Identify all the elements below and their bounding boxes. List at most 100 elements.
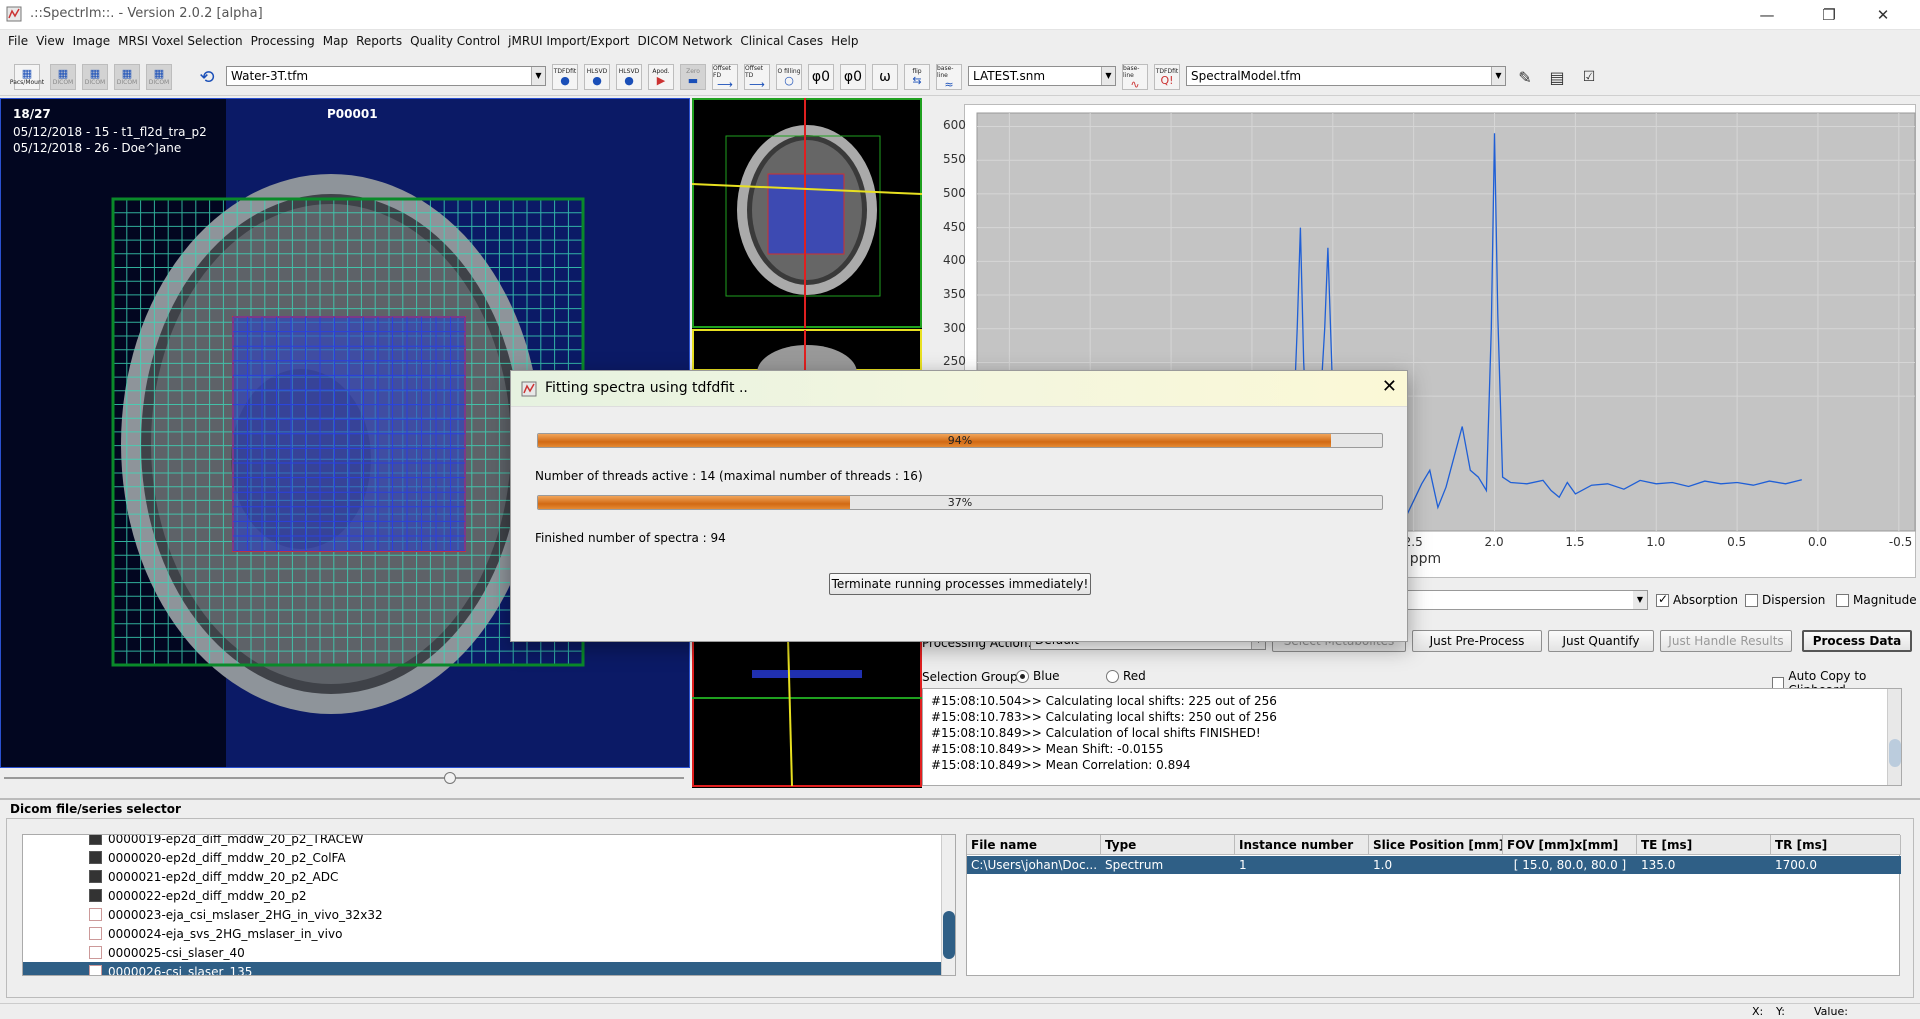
menu-bar: File View Image MRSI Voxel Selection Pro… (0, 30, 1920, 52)
tree-scrollbar[interactable] (941, 835, 955, 975)
tool-glyph: ● (592, 74, 602, 87)
restore-button[interactable]: ❐ (1806, 0, 1852, 30)
x-tick-label: -0.5 (1888, 535, 1913, 549)
pacs-mount-button[interactable]: ▦ Pacs/Mount (10, 64, 44, 90)
absorption-checkbox[interactable]: Absorption (1656, 592, 1738, 607)
series-name: 0000022-ep2d_diff_mddw_20_p2 (108, 888, 307, 903)
close-window-button[interactable]: ✕ (1860, 0, 1906, 30)
series-row[interactable]: 0000023-eja_csi_mslaser_2HG_in_vivo_32x3… (23, 905, 955, 924)
cell-type[interactable]: Spectrum (1101, 856, 1235, 874)
tool-label: base-line (1123, 64, 1140, 79)
process-data-button[interactable]: Process Data (1802, 630, 1912, 652)
file-table[interactable]: File name Type Instance number Slice Pos… (966, 834, 1901, 976)
dialog-close-button[interactable]: ✕ (1382, 376, 1397, 397)
cell-slice-position[interactable]: 1.0 (1369, 856, 1503, 874)
spectral-model-value: SpectralModel.tfm (1191, 69, 1302, 83)
spectral-model-select[interactable]: SpectralModel.tfm ▼ (1186, 66, 1506, 86)
menu-processing[interactable]: Processing (247, 34, 319, 48)
cell-fov[interactable]: [ 15.0, 80.0, 80.0 ] (1503, 856, 1637, 874)
just-preprocess-button[interactable]: Just Pre-Process (1412, 630, 1542, 652)
series-row[interactable]: 0000020-ep2d_diff_mddw_20_p2_ColFA (23, 848, 955, 867)
spectrum-series-icon (89, 908, 102, 921)
slice-slider[interactable] (0, 772, 690, 784)
series-tree[interactable]: 0000019-ep2d_diff_mddw_20_p2_TRACEW 0000… (22, 834, 956, 976)
col-instance-number[interactable]: Instance number (1235, 835, 1369, 855)
series-row[interactable]: 0000024-eja_svs_2HG_mslaser_in_vivo (23, 924, 955, 943)
blue-group-radio[interactable]: Blue (1016, 669, 1060, 683)
minimize-button[interactable]: — (1744, 0, 1790, 30)
dicom-button-4[interactable]: ▦ DICOM (146, 64, 172, 90)
tool-zero-filling-button[interactable]: O filling ○ (776, 64, 802, 90)
tool-phase0-manual-button[interactable]: φ0 (840, 64, 866, 90)
image-series-icon (89, 835, 102, 845)
tool-offset-td-button[interactable]: Offset TD ⟶ (744, 64, 770, 90)
just-handle-results-button[interactable]: Just Handle Results (1660, 630, 1792, 652)
splitter[interactable] (0, 798, 1920, 800)
log-scrollbar[interactable] (1887, 689, 1901, 785)
tool-hlsvd-button[interactable]: HLSVD ● (584, 64, 610, 90)
edit-icon[interactable]: ✎ (1512, 64, 1538, 90)
tool-flip-button[interactable]: flip ⇆ (904, 64, 930, 90)
slider-thumb[interactable] (444, 772, 456, 784)
water-model-select[interactable]: Water-3T.tfm ▼ (226, 66, 546, 86)
menu-quality-control[interactable]: Quality Control (406, 34, 504, 48)
scrollbar-thumb[interactable] (943, 911, 955, 959)
col-te[interactable]: TE [ms] (1637, 835, 1771, 855)
tool-zero-button[interactable]: Zero ▬ (680, 64, 706, 90)
tool-offset-fd-button[interactable]: Offset FD ⟶ (712, 64, 738, 90)
tool-glyph: ● (624, 74, 634, 87)
series-row[interactable]: 0000021-ep2d_diff_mddw_20_p2_ADC (23, 867, 955, 886)
tool-tdfdfit-quick-button[interactable]: TDFDfit Q! (1154, 64, 1180, 90)
col-slice-position[interactable]: Slice Position [mm] (1369, 835, 1503, 855)
series-row[interactable]: 0000022-ep2d_diff_mddw_20_p2 (23, 886, 955, 905)
dicom-button-3[interactable]: ▦ DICOM (114, 64, 140, 90)
dispersion-checkbox[interactable]: Dispersion (1745, 593, 1825, 607)
cell-file-name[interactable]: C:\Users\johan\Doc... (967, 856, 1101, 874)
tool-baseline-fit-button[interactable]: base-line ∿ (1122, 64, 1148, 90)
col-type[interactable]: Type (1101, 835, 1235, 855)
tool-omega-button[interactable]: ω (872, 64, 898, 90)
status-bar: X: Y: Value: (0, 1003, 1920, 1019)
tool-hlsvd2-button[interactable]: HLSVD ● (616, 64, 642, 90)
tool-apodization-button[interactable]: Apod. ▶ (648, 64, 674, 90)
tool-phase0-button[interactable]: φ0 (808, 64, 834, 90)
menu-view[interactable]: View (32, 34, 68, 48)
snm-file-select[interactable]: LATEST.snm ▼ (968, 66, 1116, 86)
display-mode-select[interactable]: ▼ (1378, 590, 1648, 610)
tool-tdfdfit-button[interactable]: TDFDfit ● (552, 64, 578, 90)
menu-mrsi-voxel-selection[interactable]: MRSI Voxel Selection (114, 34, 246, 48)
scrollbar-thumb[interactable] (1889, 739, 1901, 767)
terminate-processes-button[interactable]: Terminate running processes immediately! (829, 573, 1091, 595)
spectrum-series-icon (89, 946, 102, 959)
menu-image[interactable]: Image (69, 34, 115, 48)
series-row[interactable]: 0000025-csi_slaser_40 (23, 943, 955, 962)
dicom-button-1[interactable]: ▦ DICOM (50, 64, 76, 90)
refresh-icon[interactable]: ⟲ (194, 64, 220, 90)
menu-jmrui-import-export[interactable]: jMRUI Import/Export (504, 34, 633, 48)
col-fov[interactable]: FOV [mm]x[mm] (1503, 835, 1637, 855)
series-row[interactable]: 0000019-ep2d_diff_mddw_20_p2_TRACEW (23, 835, 955, 848)
x-tick-label: 0.5 (1727, 535, 1747, 549)
red-group-radio[interactable]: Red (1106, 669, 1146, 683)
tool-baseline-button[interactable]: base-line ≈ (936, 64, 962, 90)
spectrum-series-icon (89, 965, 102, 975)
menu-file[interactable]: File (4, 34, 32, 48)
menu-reports[interactable]: Reports (352, 34, 406, 48)
col-file-name[interactable]: File name (967, 835, 1101, 855)
checklist-icon[interactable]: ☑ (1576, 64, 1602, 90)
menu-dicom-network[interactable]: DICOM Network (633, 34, 736, 48)
menu-help[interactable]: Help (827, 34, 862, 48)
cell-te[interactable]: 135.0 (1637, 856, 1771, 874)
cell-instance-number[interactable]: 1 (1235, 856, 1369, 874)
just-quantify-button[interactable]: Just Quantify (1548, 630, 1654, 652)
menu-map[interactable]: Map (319, 34, 352, 48)
menu-clinical-cases[interactable]: Clinical Cases (736, 34, 827, 48)
magnitude-checkbox[interactable]: Magnitude (1836, 593, 1917, 607)
dicom-button-2[interactable]: ▦ DICOM (82, 64, 108, 90)
col-tr[interactable]: TR [ms] (1771, 835, 1901, 855)
series-row-selected[interactable]: 0000026-csi_slaser_135 (23, 962, 955, 975)
document-edit-icon[interactable]: ▤ (1544, 64, 1570, 90)
log-console[interactable]: #15:08:10.504>> Calculating local shifts… (922, 688, 1902, 786)
status-x: X: (1752, 1005, 1764, 1018)
cell-tr[interactable]: 1700.0 (1771, 856, 1901, 874)
